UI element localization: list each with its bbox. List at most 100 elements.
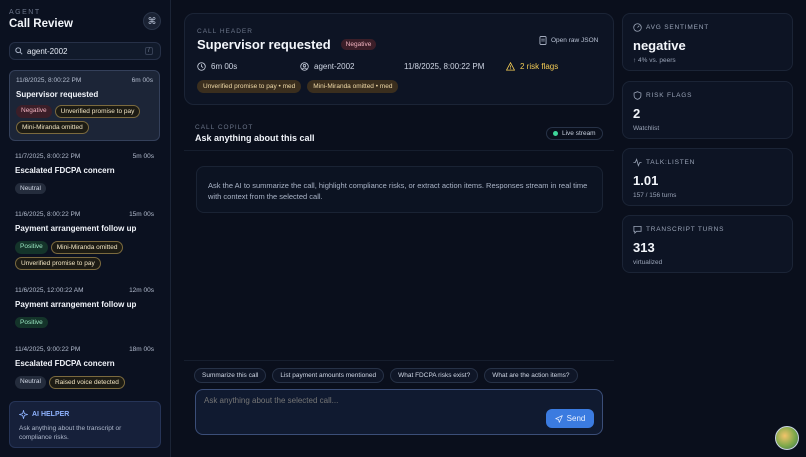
call-time: 11/4/2025, 9:00:22 PM: [15, 346, 81, 353]
app-title: Call Review: [9, 18, 73, 30]
stat-sub: 157 / 156 turns: [633, 192, 677, 199]
chat-composer[interactable]: Send: [195, 389, 603, 435]
risk-tag: Mini-Miranda omitted: [50, 241, 124, 254]
live-stream-label: Live stream: [562, 130, 596, 137]
sentiment-tag: Positive: [15, 317, 48, 328]
stat-card-risk-flags: RISK FLAGS 2 Watchlist: [622, 81, 793, 139]
send-button[interactable]: Send: [546, 409, 594, 428]
stat-card-sentiment: AVG SENTIMENT negative ↑ 4% vs. peers: [622, 13, 793, 71]
call-list-item[interactable]: 11/7/2025, 8:00:22 PM 5m 00s Escalated F…: [9, 147, 160, 200]
sentiment-tag: Neutral: [15, 183, 46, 194]
call-title: Escalated FDCPA concern: [15, 166, 115, 175]
stat-value: 2: [633, 106, 641, 121]
message-icon: [633, 225, 642, 234]
ai-helper-card[interactable]: AI HELPER Ask anything about the transcr…: [9, 401, 161, 448]
call-list-item[interactable]: 11/6/2025, 8:00:22 PM 15m 00s Payment ar…: [9, 205, 160, 276]
stat-label: TALK:LISTEN: [646, 159, 696, 166]
call-time: 11/6/2025, 8:00:22 PM: [15, 211, 81, 218]
divider: [184, 150, 614, 151]
stat-value: 313: [633, 240, 655, 255]
document-icon: [539, 36, 547, 45]
risk-tag: Unverified promise to pay: [54, 105, 141, 118]
risk-flags-count: 2 risk flags: [520, 62, 559, 71]
call-title: Payment arrangement follow up: [15, 300, 137, 309]
send-icon: [554, 414, 563, 423]
agent-meta: agent-2002: [300, 62, 354, 71]
stat-sub: Watchlist: [633, 125, 660, 132]
call-title: Escalated FDCPA concern: [15, 359, 115, 368]
open-json-label: Open raw JSON: [551, 37, 599, 44]
gauge-icon: [633, 23, 642, 32]
chat-input[interactable]: [204, 396, 524, 405]
quick-prompt-button[interactable]: List payment amounts mentioned: [272, 368, 385, 383]
agent-id-value: agent-2002: [314, 62, 355, 71]
live-stream-badge: Live stream: [546, 127, 603, 140]
search-shortcut-key: /: [145, 47, 153, 55]
duration-meta: 6m 00s: [197, 62, 237, 71]
copilot-intro-message: Ask the AI to summarize the call, highli…: [196, 166, 603, 213]
datetime-meta: 11/8/2025, 8:00:22 PM: [404, 62, 484, 71]
clock-icon: [197, 62, 206, 71]
search-box[interactable]: /: [9, 42, 161, 60]
call-header-eyebrow: CALL HEADER: [197, 28, 253, 35]
call-duration: 5m 00s: [132, 153, 154, 160]
stat-label: AVG SENTIMENT: [646, 24, 710, 31]
risk-flags-link[interactable]: 2 risk flags: [506, 62, 558, 71]
stat-value: 1.01: [633, 173, 659, 188]
call-title: Payment arrangement follow up: [15, 224, 137, 233]
call-datetime-value: 11/8/2025, 8:00:22 PM: [404, 62, 485, 71]
call-header-panel: CALL HEADER Supervisor requested Negativ…: [184, 13, 614, 105]
quick-prompt-button[interactable]: Summarize this call: [194, 368, 267, 383]
call-duration: 18m 00s: [129, 346, 154, 353]
risk-tag: Mini-Miranda omitted: [16, 121, 89, 134]
stat-sub: virtualized: [633, 259, 663, 266]
divider: [184, 360, 614, 361]
sparkle-icon: [19, 410, 28, 419]
copilot-title: Ask anything about this call: [195, 133, 315, 143]
risk-tag: Raised voice detected: [48, 376, 125, 389]
call-duration-value: 6m 00s: [211, 62, 238, 71]
ai-helper-title: AI HELPER: [32, 411, 70, 418]
command-icon: ⌘: [147, 15, 157, 26]
call-list-item[interactable]: 11/6/2025, 12:00:22 AM 12m 00s Payment a…: [9, 281, 160, 334]
sentiment-tag: Negative: [16, 105, 52, 118]
stat-card-talk-listen: TALK:LISTEN 1.01 157 / 156 turns: [622, 148, 793, 206]
quick-prompts: Summarize this call List payment amounts…: [194, 368, 578, 383]
ai-helper-description: Ask anything about the transcript or com…: [19, 425, 122, 441]
quick-prompt-button[interactable]: What FDCPA risks exist?: [390, 368, 479, 383]
open-json-link[interactable]: Open raw JSON: [539, 36, 598, 45]
sentiment-tag: Neutral: [15, 376, 46, 389]
search-input[interactable]: [27, 46, 145, 56]
stat-label: RISK FLAGS: [646, 92, 693, 99]
activity-icon: [633, 158, 642, 167]
sentiment-badge: Negative: [340, 39, 377, 50]
call-duration: 12m 00s: [129, 287, 154, 294]
quick-prompt-button[interactable]: What are the action items?: [484, 368, 578, 383]
stat-value: negative: [633, 38, 686, 53]
call-duration: 15m 00s: [129, 211, 154, 218]
live-dot-icon: [553, 131, 558, 136]
stat-label: TRANSCRIPT TURNS: [646, 226, 725, 233]
risk-chip: Mini-Miranda omitted • med: [307, 80, 399, 93]
call-list-item[interactable]: 11/4/2025, 9:00:22 PM 18m 00s Escalated …: [9, 340, 160, 395]
call-time: 11/6/2025, 12:00:22 AM: [15, 287, 84, 294]
call-duration: 6m 00s: [131, 77, 153, 84]
risk-tag: Unverified promise to pay: [15, 257, 101, 270]
call-list-item[interactable]: 11/8/2025, 8:00:22 PM 6m 00s Supervisor …: [9, 70, 160, 141]
shield-icon: [633, 91, 642, 100]
sentiment-tag: Positive: [15, 241, 48, 254]
warning-icon: [506, 62, 515, 71]
copilot-eyebrow: CALL COPILOT: [195, 124, 254, 131]
call-title: Supervisor requested: [16, 90, 99, 99]
stat-card-transcript-turns: TRANSCRIPT TURNS 313 virtualized: [622, 215, 793, 273]
user-icon: [300, 62, 309, 71]
risk-chip: Unverified promise to pay • med: [197, 80, 302, 93]
avatar[interactable]: [775, 426, 799, 450]
call-time: 11/7/2025, 8:00:22 PM: [15, 153, 81, 160]
stat-sub: ↑ 4% vs. peers: [633, 57, 676, 64]
call-title-heading: Supervisor requested: [197, 37, 331, 52]
send-label: Send: [566, 414, 586, 423]
command-button[interactable]: ⌘: [143, 12, 161, 30]
search-icon: [15, 47, 23, 55]
call-time: 11/8/2025, 8:00:22 PM: [16, 77, 82, 84]
